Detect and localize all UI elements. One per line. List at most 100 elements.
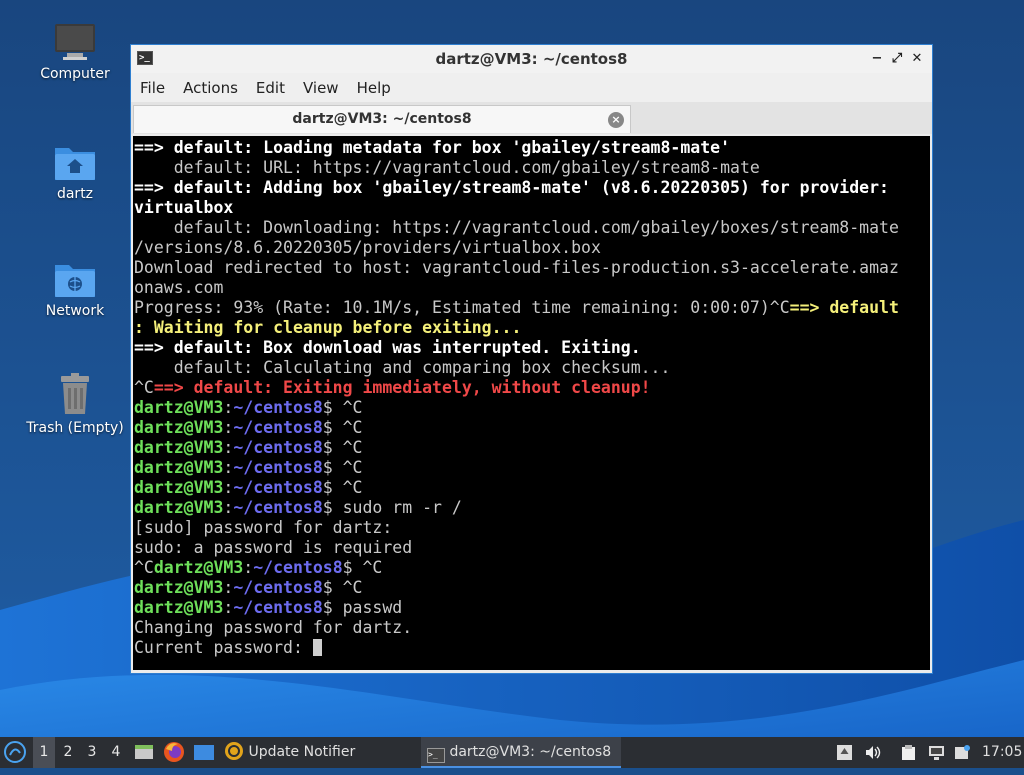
file-manager-icon <box>135 745 153 759</box>
terminal-text: : <box>223 598 234 617</box>
workspace-3[interactable]: 3 <box>81 737 103 768</box>
desktop-icon-computer[interactable]: Computer <box>20 22 130 82</box>
firefox-launcher[interactable] <box>163 737 187 768</box>
terminal-line: default: Calculating and comparing box c… <box>134 358 930 378</box>
menu-edit[interactable]: Edit <box>247 79 294 97</box>
terminal-text: default: URL: https://vagrantcloud.com/g… <box>134 158 760 177</box>
terminal-line: dartz@VM3:~/centos8$ ^C <box>134 418 930 438</box>
terminal-text: $ ^C <box>322 438 363 457</box>
terminal-text: ==> default <box>789 298 899 317</box>
menu-actions[interactable]: Actions <box>174 79 247 97</box>
terminal-line: default: Downloading: https://vagrantclo… <box>134 218 930 238</box>
terminal-text: ~/centos8 <box>233 498 323 517</box>
desktop-icon-trash[interactable]: Trash (Empty) <box>20 372 130 436</box>
terminal-output[interactable]: ==> default: Loading metadata for box 'g… <box>133 136 930 670</box>
text-cursor <box>312 639 322 656</box>
desktop-icon-label: dartz <box>56 186 94 202</box>
tab-title: dartz@VM3: ~/centos8 <box>292 111 472 127</box>
firefox-icon <box>164 742 184 762</box>
home-folder-icon <box>55 148 95 180</box>
terminal-line: Progress: 93% (Rate: 10.1M/s, Estimated … <box>134 298 930 318</box>
file-manager-launcher[interactable] <box>134 737 156 768</box>
terminal-line: dartz@VM3:~/centos8$ ^C <box>134 578 930 598</box>
show-desktop-launcher[interactable] <box>193 737 217 768</box>
terminal-line: ==> default: Box download was interrupte… <box>134 338 930 358</box>
terminal-text: [sudo] password for dartz: <box>134 518 393 537</box>
terminal-text: : <box>223 398 234 417</box>
menu-view[interactable]: View <box>294 79 348 97</box>
terminal-text: dartz@VM3 <box>153 558 244 577</box>
terminal-line: dartz@VM3:~/centos8$ ^C <box>134 398 930 418</box>
terminal-line: /versions/8.6.20220305/providers/virtual… <box>134 238 930 258</box>
terminal-text: dartz@VM3 <box>134 578 224 597</box>
app-menu-button[interactable] <box>4 737 28 768</box>
workspace-4[interactable]: 4 <box>105 737 127 768</box>
terminal-text: ^C <box>134 558 154 577</box>
terminal-text: dartz@VM3 <box>134 598 224 617</box>
menu-file[interactable]: File <box>131 79 174 97</box>
terminal-text: ~/centos8 <box>233 478 323 497</box>
update-notifier-icon <box>225 742 243 760</box>
terminal-text: $ ^C <box>322 418 363 437</box>
terminal-text: dartz@VM3 <box>134 398 224 417</box>
lubuntu-logo-icon <box>4 741 26 763</box>
desktop-icon-network[interactable]: Network <box>20 257 130 319</box>
terminal-text: Download redirected to host: vagrantclou… <box>134 258 899 277</box>
maximize-button[interactable]: ⤢ <box>888 50 906 68</box>
terminal-text: default: Downloading: https://vagrantclo… <box>134 218 899 237</box>
terminal-line: Current password: <box>134 638 930 658</box>
terminal-text: ~/centos8 <box>253 558 343 577</box>
minimize-button[interactable]: − <box>868 50 886 68</box>
terminal-text: : <box>223 498 234 517</box>
terminal-text: dartz@VM3 <box>134 498 224 517</box>
terminal-text: ~/centos8 <box>233 598 323 617</box>
clipboard-icon[interactable] <box>900 744 917 761</box>
window-titlebar[interactable]: >_ dartz@VM3: ~/centos8 − ⤢ ✕ <box>131 45 932 73</box>
terminal-text: Progress: 93% (Rate: 10.1M/s, Estimated … <box>134 298 790 317</box>
terminal-line: [sudo] password for dartz: <box>134 518 930 538</box>
terminal-line: Changing password for dartz. <box>134 618 930 638</box>
task-label: Update Notifier <box>248 744 356 760</box>
terminal-text: $ ^C <box>322 478 363 497</box>
desktop-icon-home[interactable]: dartz <box>20 140 130 202</box>
menu-bar: File Actions Edit View Help <box>131 73 932 102</box>
terminal-text: ~/centos8 <box>233 418 323 437</box>
terminal-text: dartz@VM3 <box>134 478 224 497</box>
terminal-line: default: URL: https://vagrantcloud.com/g… <box>134 158 930 178</box>
workspace-2[interactable]: 2 <box>57 737 79 768</box>
tab-close-icon[interactable]: × <box>608 112 624 128</box>
terminal-line: onaws.com <box>134 278 930 298</box>
terminal-window[interactable]: >_ dartz@VM3: ~/centos8 − ⤢ ✕ File Actio… <box>130 44 933 674</box>
terminal-text: ~/centos8 <box>233 438 323 457</box>
clock[interactable]: 17:05 <box>982 737 1022 768</box>
volume-icon[interactable] <box>864 744 881 761</box>
terminal-text: $ ^C <box>322 578 363 597</box>
desktop-icon-label: Network <box>45 303 105 319</box>
terminal-text: $ passwd <box>322 598 403 617</box>
close-button[interactable]: ✕ <box>908 50 926 68</box>
taskbar: 1 2 3 4 Update Notifier >_ dartz@VM3: ~/… <box>0 737 1024 768</box>
terminal-text: ^C <box>134 378 154 397</box>
terminal-text: : <box>223 418 234 437</box>
terminal-text: ~/centos8 <box>233 578 323 597</box>
terminal-text: ~/centos8 <box>233 458 323 477</box>
tray-up-arrow-icon[interactable] <box>836 744 853 761</box>
terminal-task-icon: >_ <box>427 748 445 763</box>
terminal-text: onaws.com <box>134 278 224 297</box>
task-label: dartz@VM3: ~/centos8 <box>449 744 612 760</box>
task-terminal[interactable]: >_ dartz@VM3: ~/centos8 <box>421 737 621 768</box>
terminal-text: /versions/8.6.20220305/providers/virtual… <box>134 238 601 257</box>
terminal-text: : <box>223 438 234 457</box>
terminal-text: : <box>243 558 254 577</box>
notification-icon[interactable] <box>954 744 971 761</box>
terminal-tab[interactable]: dartz@VM3: ~/centos8 × <box>133 105 631 133</box>
terminal-line: dartz@VM3:~/centos8$ sudo rm -r / <box>134 498 930 518</box>
workspace-1[interactable]: 1 <box>33 737 55 768</box>
terminal-text: : Waiting for cleanup before exiting... <box>134 318 522 337</box>
desktop-icon-label: Trash (Empty) <box>26 420 124 436</box>
terminal-text: : <box>223 578 234 597</box>
task-update-notifier[interactable]: Update Notifier <box>224 737 414 768</box>
terminal-text: sudo: a password is required <box>134 538 413 557</box>
network-tray-icon[interactable] <box>928 744 945 761</box>
menu-help[interactable]: Help <box>348 79 400 97</box>
